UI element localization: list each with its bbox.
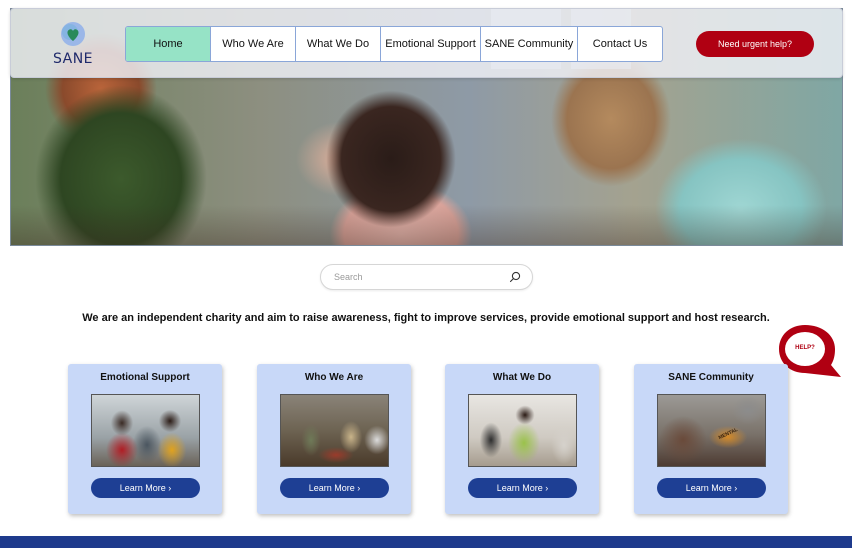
learn-more-button[interactable]: Learn More › — [468, 478, 577, 498]
card-title: Who We Are — [304, 372, 364, 383]
learn-more-button[interactable]: Learn More › — [657, 478, 766, 498]
brand-name: SANE — [52, 51, 94, 67]
search-input[interactable] — [334, 272, 504, 282]
mission-statement: We are an independent charity and aim to… — [82, 312, 770, 324]
card-what-we-do: What We Do Learn More › — [445, 364, 599, 514]
search-icon[interactable] — [509, 271, 521, 283]
site-footer — [0, 536, 852, 548]
site-header: SANE Home Who We Are What We Do Emotiona… — [10, 8, 843, 78]
nav-item-contact-us[interactable]: Contact Us — [577, 27, 662, 61]
card-title: What We Do — [492, 372, 552, 383]
card-title: SANE Community — [668, 372, 754, 383]
mental-health-book-photo: MENTAL — [657, 394, 766, 467]
hero-shadow — [11, 205, 842, 245]
card-title: Emotional Support — [100, 372, 190, 383]
nav-item-emotional-support[interactable]: Emotional Support — [380, 27, 480, 61]
card-who-we-are: Who We Are Learn More › — [257, 364, 411, 514]
main-nav: Home Who We Are What We Do Emotional Sup… — [125, 26, 663, 62]
support-group-photo — [91, 394, 200, 467]
urgent-help-button[interactable]: Need urgent help? — [696, 31, 814, 57]
nav-item-what-we-do[interactable]: What We Do — [295, 27, 380, 61]
nav-item-who-we-are[interactable]: Who We Are — [210, 27, 295, 61]
book-cover-text: MENTAL — [717, 426, 739, 442]
learn-more-button[interactable]: Learn More › — [280, 478, 389, 498]
nav-item-home[interactable]: Home — [126, 27, 210, 61]
card-emotional-support: Emotional Support Learn More › — [68, 364, 222, 514]
card-sane-community: SANE Community MENTAL Learn More › — [634, 364, 788, 514]
nav-item-sane-community[interactable]: SANE Community — [480, 27, 577, 61]
site-logo[interactable]: SANE — [51, 21, 111, 71]
help-label: HELP? — [795, 345, 815, 351]
counselling-session-photo — [468, 394, 577, 467]
learn-more-button[interactable]: Learn More › — [91, 478, 200, 498]
group-meeting-photo — [280, 394, 389, 467]
search-bar — [320, 264, 533, 290]
heart-pin-icon — [61, 22, 85, 46]
